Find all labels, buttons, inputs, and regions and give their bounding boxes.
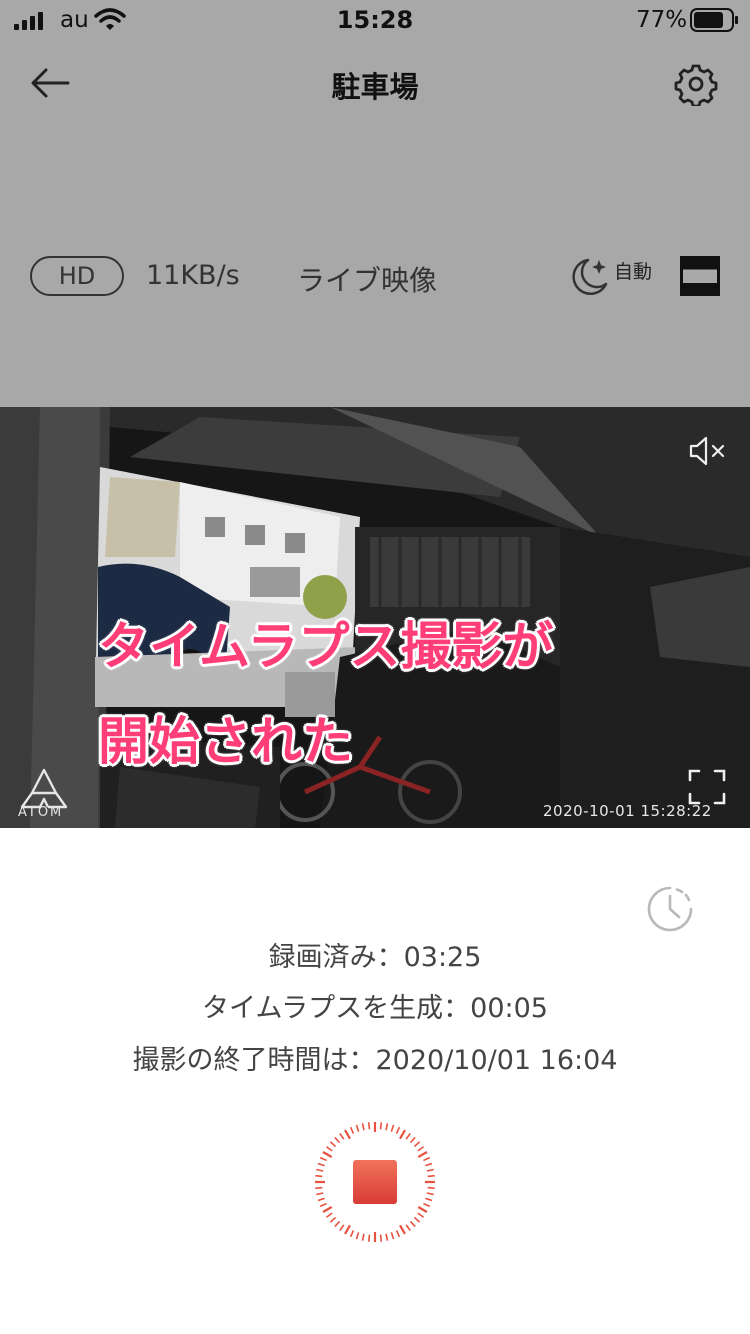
bitrate-label: 11KB/s (146, 260, 240, 291)
camera-live-view[interactable]: タイムラプス撮影が 開始された ATOM 2020-10-01 15:28:22 (0, 407, 750, 828)
dial-tick (367, 1234, 371, 1242)
dial-tick (409, 1136, 416, 1144)
dial-tick (413, 1141, 421, 1148)
dial-tick (344, 1224, 351, 1235)
dial-tick (379, 1234, 383, 1242)
back-button[interactable] (28, 63, 72, 103)
dial-tick (344, 1129, 351, 1140)
overlay-caption-line-1: タイムラプス撮影が (97, 617, 554, 678)
dial-tick (319, 1156, 327, 1162)
dial-tick (385, 1233, 389, 1241)
stop-recording-button[interactable] (313, 1120, 437, 1244)
back-arrow-icon (31, 68, 70, 98)
layout-toggle-icon[interactable] (680, 256, 720, 296)
battery-icon (690, 8, 738, 32)
dial-tick (315, 1186, 323, 1190)
dial-tick (417, 1151, 428, 1158)
status-bar: au 15:28 77% (0, 0, 750, 40)
dial-tick (423, 1156, 431, 1162)
dial-tick (399, 1129, 406, 1140)
speaker-muted-icon[interactable] (688, 435, 728, 467)
dial-tick (405, 1132, 411, 1140)
dial-tick (317, 1197, 325, 1202)
dial-tick (316, 1192, 324, 1196)
top-panel (0, 0, 750, 407)
dial-tick (427, 1186, 435, 1190)
dial-tick (334, 1136, 341, 1144)
dial-tick (390, 1232, 395, 1240)
dial-tick (399, 1224, 406, 1235)
dial-tick (425, 1162, 433, 1167)
generated-duration: タイムラプスを生成：00:05 (202, 993, 548, 1024)
dial-tick (317, 1162, 325, 1167)
dial-tick (427, 1174, 435, 1178)
overlay-caption-line-2: 開始された (97, 712, 354, 773)
clock-timer-icon[interactable] (646, 885, 694, 933)
atom-logo-text: ATOM (18, 805, 64, 820)
gear-icon (674, 64, 718, 108)
dial-tick (316, 1168, 324, 1172)
live-mode-label: ライブ映像 (297, 264, 438, 297)
dial-tick (334, 1220, 341, 1228)
dial-tick (426, 1168, 434, 1172)
dial-tick (367, 1122, 371, 1130)
dial-tick (417, 1212, 425, 1218)
stop-record-icon (315, 1122, 435, 1242)
dial-tick (409, 1220, 416, 1228)
dial-tick (390, 1124, 395, 1132)
dial-tick (379, 1122, 383, 1130)
dial-tick (349, 1126, 355, 1134)
fullscreen-icon[interactable] (688, 769, 726, 805)
battery-percent: 77% (636, 7, 688, 33)
dial-tick (315, 1174, 323, 1178)
dial-tick (426, 1192, 434, 1196)
dial-tick (329, 1141, 337, 1148)
dial-tick (413, 1216, 421, 1223)
dial-tick (361, 1233, 365, 1241)
dial-tick (349, 1230, 355, 1238)
dial-tick (322, 1206, 333, 1213)
dial-tick (339, 1224, 345, 1232)
moon-icon[interactable] (566, 254, 612, 300)
dial-tick (425, 1197, 433, 1202)
dial-tick (417, 1146, 425, 1152)
dial-tick (355, 1124, 360, 1132)
recording-end-time: 撮影の終了時間は：2020/10/01 16:04 (132, 1045, 618, 1076)
dial-tick (423, 1202, 431, 1208)
dial-tick (361, 1123, 365, 1131)
dial-tick (319, 1202, 327, 1208)
quality-toggle-button[interactable]: HD (30, 256, 124, 296)
dial-tick (355, 1232, 360, 1240)
dial-tick (405, 1224, 411, 1232)
dial-tick (385, 1123, 389, 1131)
dial-tick (339, 1132, 345, 1140)
dial-tick (395, 1126, 401, 1134)
settings-button[interactable] (674, 62, 718, 108)
dial-tick (417, 1206, 428, 1213)
night-vision-label: 自動 (614, 261, 653, 283)
dial-tick (325, 1146, 333, 1152)
camera-timestamp: 2020-10-01 15:28:22 (543, 802, 712, 820)
dial-tick (325, 1212, 333, 1218)
dial-tick (395, 1230, 401, 1238)
dial-tick (329, 1216, 337, 1223)
recorded-duration: 録画済み：03:25 (268, 942, 482, 973)
dial-tick (322, 1151, 333, 1158)
